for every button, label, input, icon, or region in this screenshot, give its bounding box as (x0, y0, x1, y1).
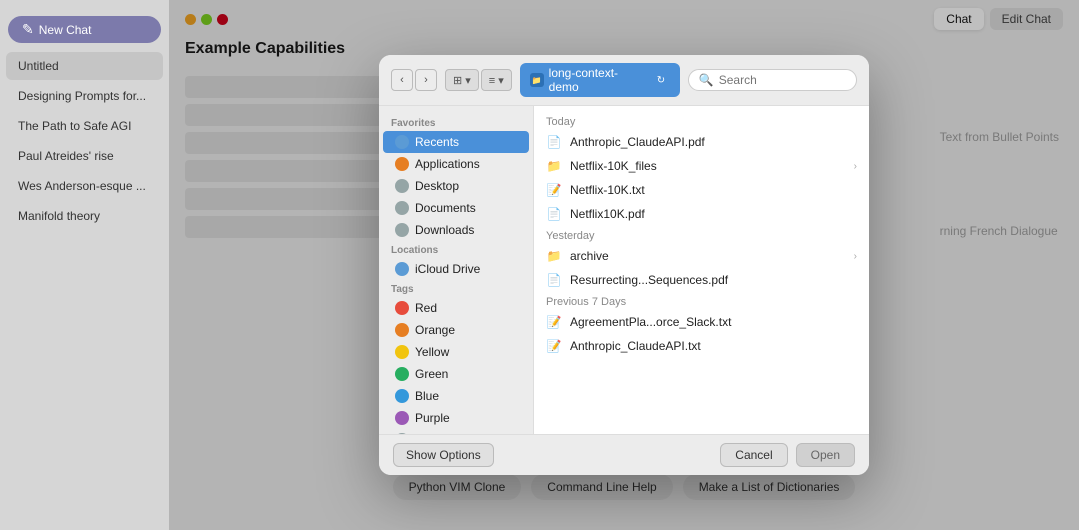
dialog-overlay: ‹ › ⊞ ▾ ≡ ▾ 📁 long-context-demo ↻ 🔍 (169, 0, 1079, 530)
sidebar-tag-green[interactable]: Green (383, 363, 529, 385)
pdf-icon-3: 📄 (546, 206, 562, 222)
dialog-sidebar-pane: Favorites Recents Applications Desktop (379, 106, 534, 434)
red-tag-icon (395, 301, 409, 315)
view-grid-button[interactable]: ⊞ ▾ (445, 69, 479, 91)
search-box: 🔍 (688, 69, 857, 91)
view-list-button[interactable]: ≡ ▾ (481, 69, 512, 91)
sidebar-tag-red[interactable]: Red (383, 297, 529, 319)
file-entry-6[interactable]: 📝 AgreementPla...orce_Slack.txt (534, 310, 869, 334)
pdf-icon-5: 📄 (546, 272, 562, 288)
file-entry-3[interactable]: 📄 Netflix10K.pdf (534, 202, 869, 226)
sidebar-tag-yellow[interactable]: Yellow (383, 341, 529, 363)
folder-icon-4: 📁 (546, 248, 562, 264)
applications-icon (395, 157, 409, 171)
green-tag-icon (395, 367, 409, 381)
sidebar-desktop[interactable]: Desktop (383, 175, 529, 197)
file-dialog: ‹ › ⊞ ▾ ≡ ▾ 📁 long-context-demo ↻ 🔍 (379, 55, 869, 475)
section-previous: Previous 7 Days (534, 292, 869, 310)
refresh-button[interactable]: ↻ (652, 71, 670, 89)
search-input[interactable] (719, 73, 846, 87)
cancel-button[interactable]: Cancel (720, 443, 787, 467)
sidebar: ✎ New Chat Untitled Designing Prompts fo… (0, 0, 169, 530)
sidebar-tag-purple[interactable]: Purple (383, 407, 529, 429)
desktop-icon (395, 179, 409, 193)
locations-label: Locations (379, 241, 533, 258)
txt-icon-7: 📝 (546, 338, 562, 354)
orange-tag-icon (395, 323, 409, 337)
sidebar-downloads[interactable]: Downloads (383, 219, 529, 241)
folder-icon-1: 📁 (546, 158, 562, 174)
blue-tag-icon (395, 389, 409, 403)
plus-icon: ✎ (22, 21, 34, 38)
file-list-pane: Today 📄 Anthropic_ClaudeAPI.pdf 📁 Netfli… (534, 106, 869, 434)
open-button[interactable]: Open (796, 443, 855, 467)
section-yesterday: Yesterday (534, 226, 869, 244)
show-options-button[interactable]: Show Options (393, 443, 494, 467)
file-entry-5[interactable]: 📄 Resurrecting...Sequences.pdf (534, 268, 869, 292)
pdf-icon-0: 📄 (546, 134, 562, 150)
txt-icon-6: 📝 (546, 314, 562, 330)
sidebar-tag-orange[interactable]: Orange (383, 319, 529, 341)
section-today: Today (534, 112, 869, 130)
new-chat-button[interactable]: ✎ New Chat (8, 16, 161, 43)
sidebar-applications[interactable]: Applications (383, 153, 529, 175)
chevron-icon-4: › (854, 251, 857, 262)
downloads-icon (395, 223, 409, 237)
folder-icon: 📁 (530, 73, 544, 87)
footer-right: Cancel Open (720, 443, 855, 467)
sidebar-icloud-drive[interactable]: iCloud Drive (383, 258, 529, 280)
main-content: Chat Edit Chat Example Capabilities Text… (169, 0, 1079, 530)
sidebar-documents[interactable]: Documents (383, 197, 529, 219)
tags-label: Tags (379, 280, 533, 297)
sidebar-item-designing[interactable]: Designing Prompts for... (6, 82, 163, 110)
file-entry-2[interactable]: 📝 Netflix-10K.txt (534, 178, 869, 202)
recents-icon (395, 135, 409, 149)
location-pill: 📁 long-context-demo ↻ (520, 63, 680, 97)
file-entry-7[interactable]: 📝 Anthropic_ClaudeAPI.txt (534, 334, 869, 358)
documents-icon (395, 201, 409, 215)
chevron-icon-1: › (854, 161, 857, 172)
dialog-footer: Show Options Cancel Open (379, 434, 869, 475)
dialog-toolbar: ‹ › ⊞ ▾ ≡ ▾ 📁 long-context-demo ↻ 🔍 (379, 55, 869, 106)
search-icon: 🔍 (699, 73, 714, 87)
nav-arrows: ‹ › (391, 69, 437, 91)
file-entry-0[interactable]: 📄 Anthropic_ClaudeAPI.pdf (534, 130, 869, 154)
dialog-body: Favorites Recents Applications Desktop (379, 106, 869, 434)
purple-tag-icon (395, 411, 409, 425)
sidebar-recents[interactable]: Recents (383, 131, 529, 153)
file-entry-4[interactable]: 📁 archive › (534, 244, 869, 268)
sidebar-tag-blue[interactable]: Blue (383, 385, 529, 407)
sidebar-item-manifold[interactable]: Manifold theory (6, 202, 163, 230)
yellow-tag-icon (395, 345, 409, 359)
sidebar-item-wes-anderson[interactable]: Wes Anderson-esque ... (6, 172, 163, 200)
favorites-label: Favorites (379, 114, 533, 131)
nav-forward-button[interactable]: › (415, 69, 437, 91)
sidebar-item-paul[interactable]: Paul Atreides' rise (6, 142, 163, 170)
location-label: long-context-demo (549, 66, 647, 94)
txt-icon-2: 📝 (546, 182, 562, 198)
sidebar-item-untitled[interactable]: Untitled (6, 52, 163, 80)
sidebar-item-path-safe[interactable]: The Path to Safe AGI (6, 112, 163, 140)
nav-back-button[interactable]: ‹ (391, 69, 413, 91)
file-entry-1[interactable]: 📁 Netflix-10K_files › (534, 154, 869, 178)
view-toggle: ⊞ ▾ ≡ ▾ (445, 69, 512, 91)
icloud-icon (395, 262, 409, 276)
